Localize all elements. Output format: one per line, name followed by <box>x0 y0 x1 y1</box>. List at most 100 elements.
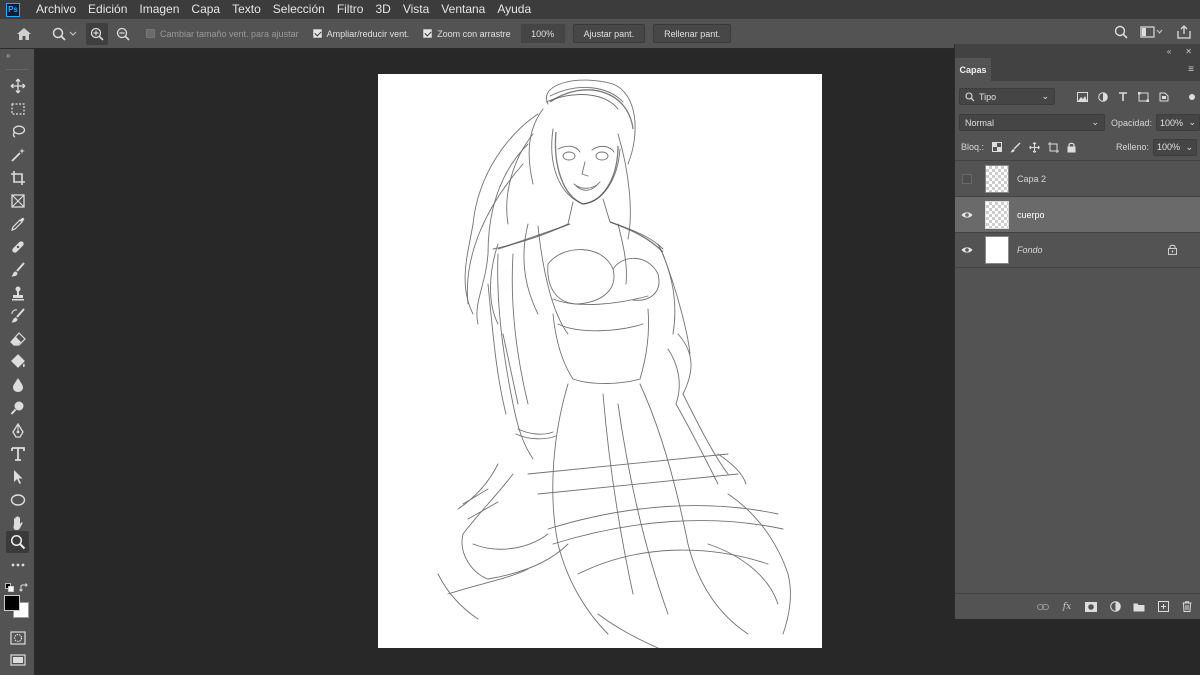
layer-name[interactable]: cuerpo <box>1017 210 1045 220</box>
scrubby-zoom-checkbox[interactable] <box>423 29 433 38</box>
lock-transparent-pixels-icon[interactable] <box>992 142 1003 152</box>
more-tools-icon[interactable] <box>6 554 29 576</box>
move-tool-icon[interactable] <box>6 75 29 97</box>
zoom-all-windows-label: Ampliar/reducir vent. <box>326 28 410 39</box>
scrubby-zoom-option[interactable]: Zoom con arrastre <box>423 29 511 39</box>
filter-toggle-icon[interactable] <box>1189 93 1195 100</box>
menu-archivo[interactable]: Archivo <box>30 0 82 19</box>
eye-icon[interactable] <box>955 211 979 219</box>
dodge-tool-icon[interactable] <box>6 397 29 419</box>
history-brush-tool-icon[interactable] <box>6 305 29 327</box>
menu-filtro[interactable]: Filtro <box>331 0 370 19</box>
lasso-tool-icon[interactable] <box>6 121 29 143</box>
eraser-tool-icon[interactable] <box>6 328 29 350</box>
document-canvas[interactable] <box>378 74 822 649</box>
ellipse-tool-icon[interactable] <box>6 489 29 511</box>
chevron-down-icon: ⌄ <box>1188 117 1197 127</box>
zoom-all-windows-option[interactable]: Ampliar/reducir vent. <box>312 28 410 39</box>
search-icon[interactable] <box>1114 25 1128 44</box>
eye-icon[interactable] <box>955 246 979 254</box>
zoom-percentage-field[interactable]: 100% <box>520 24 565 43</box>
share-icon[interactable] <box>1176 24 1192 45</box>
marquee-tool-icon[interactable] <box>6 98 29 120</box>
lock-position-icon[interactable] <box>1029 141 1040 153</box>
home-icon[interactable] <box>12 23 36 45</box>
zoom-tool-icon[interactable] <box>6 531 29 553</box>
layer-name[interactable]: Capa 2 <box>1017 174 1046 184</box>
zoom-out-icon[interactable] <box>112 23 134 45</box>
new-group-icon[interactable] <box>1133 601 1145 613</box>
type-tool-icon[interactable] <box>6 443 29 465</box>
brush-tool-icon[interactable] <box>6 259 29 281</box>
lock-artboard-icon[interactable] <box>1048 141 1060 153</box>
resize-windows-checkbox[interactable] <box>146 29 155 38</box>
eyedropper-tool-icon[interactable] <box>6 213 29 235</box>
path-selection-tool-icon[interactable] <box>6 466 29 488</box>
menu-seleccion[interactable]: Selección <box>267 0 331 19</box>
crop-tool-icon[interactable] <box>6 167 29 189</box>
menu-capa[interactable]: Capa <box>185 0 226 19</box>
search-icon <box>965 91 975 101</box>
link-layers-icon[interactable] <box>1037 601 1049 613</box>
menu-vista[interactable]: Vista <box>397 0 435 19</box>
layer-row-capa-2[interactable]: Capa 2 <box>955 160 1200 196</box>
panel-menu-icon[interactable]: ≡ <box>1188 64 1194 75</box>
workspace-icon[interactable] <box>1140 25 1164 44</box>
swap-colors-icon[interactable] <box>19 580 29 598</box>
add-mask-icon[interactable] <box>1085 601 1097 613</box>
blend-mode-select[interactable]: Normal ⌄ <box>959 114 1105 131</box>
close-panel-icon[interactable]: ✕ <box>1185 47 1192 56</box>
layer-row-fondo[interactable]: Fondo <box>955 232 1200 268</box>
menu-ayuda[interactable]: Ayuda <box>491 0 537 19</box>
photoshop-logo: Ps <box>6 2 20 17</box>
blur-tool-icon[interactable] <box>6 374 29 396</box>
pixel-layer-filter-icon[interactable] <box>1077 91 1088 102</box>
paint-bucket-tool-icon[interactable] <box>6 351 29 373</box>
zoom-all-windows-checkbox[interactable] <box>312 29 322 38</box>
new-layer-icon[interactable] <box>1157 601 1169 613</box>
filter-kind-select[interactable]: Tipo ⌄ <box>959 88 1055 105</box>
menu-ventana[interactable]: Ventana <box>435 0 491 19</box>
layer-row-cuerpo[interactable]: cuerpo <box>955 196 1200 232</box>
magic-wand-tool-icon[interactable] <box>6 144 29 166</box>
screen-mode-icon[interactable] <box>6 649 29 671</box>
menu-edicion[interactable]: Edición <box>82 0 133 19</box>
smart-object-filter-icon[interactable] <box>1159 91 1169 102</box>
chevron-down-icon: ⌄ <box>1185 141 1193 152</box>
fx-icon[interactable]: fx <box>1061 601 1073 613</box>
menu-texto[interactable]: Texto <box>226 0 267 19</box>
opacity-field[interactable]: 100% ⌄ <box>1156 114 1200 131</box>
healing-brush-tool-icon[interactable] <box>6 236 29 258</box>
lock-all-icon[interactable] <box>1067 142 1076 153</box>
resize-windows-option[interactable]: Cambiar tamaño vent. para ajustar <box>146 29 299 39</box>
resize-windows-label: Cambiar tamaño vent. para ajustar <box>160 28 299 39</box>
blend-opacity-row: Normal ⌄ Opacidad: 100% ⌄ <box>955 114 1200 131</box>
delete-layer-icon[interactable] <box>1181 601 1193 613</box>
shape-layer-filter-icon[interactable] <box>1138 91 1149 102</box>
fit-screen-button[interactable]: Ajustar pant. <box>572 24 646 43</box>
zoom-in-icon[interactable] <box>86 22 108 45</box>
lock-icon[interactable] <box>1168 244 1177 257</box>
visibility-toggle-off[interactable] <box>955 173 979 184</box>
lock-image-pixels-icon[interactable] <box>1010 142 1021 153</box>
tab-capas[interactable]: Capas <box>955 58 991 81</box>
clone-stamp-tool-icon[interactable] <box>6 282 29 304</box>
menu-imagen[interactable]: Imagen <box>133 0 185 19</box>
foreground-color-swatch[interactable] <box>4 595 20 611</box>
layer-name[interactable]: Fondo <box>1017 245 1043 255</box>
zoom-tool-preset-picker[interactable] <box>50 23 80 45</box>
layer-thumbnail <box>985 200 1009 229</box>
adjustment-layer-icon[interactable] <box>1109 601 1121 613</box>
quick-mask-icon[interactable] <box>6 627 29 649</box>
adjustment-layer-filter-icon[interactable] <box>1098 91 1108 102</box>
menu-3d[interactable]: 3D <box>369 0 396 19</box>
collapse-panels-icon[interactable]: « <box>1167 47 1171 56</box>
frame-tool-icon[interactable] <box>6 190 29 212</box>
collapse-toolbar-icon[interactable]: » <box>6 51 10 60</box>
fill-field[interactable]: 100% ⌄ <box>1153 138 1197 156</box>
pen-tool-icon[interactable] <box>6 420 29 442</box>
fill-screen-button[interactable]: Rellenar pant. <box>653 24 732 43</box>
chevron-down-icon: ⌄ <box>1091 117 1099 127</box>
layers-panel-footer: fx <box>955 593 1200 619</box>
type-layer-filter-icon[interactable] <box>1118 91 1128 102</box>
